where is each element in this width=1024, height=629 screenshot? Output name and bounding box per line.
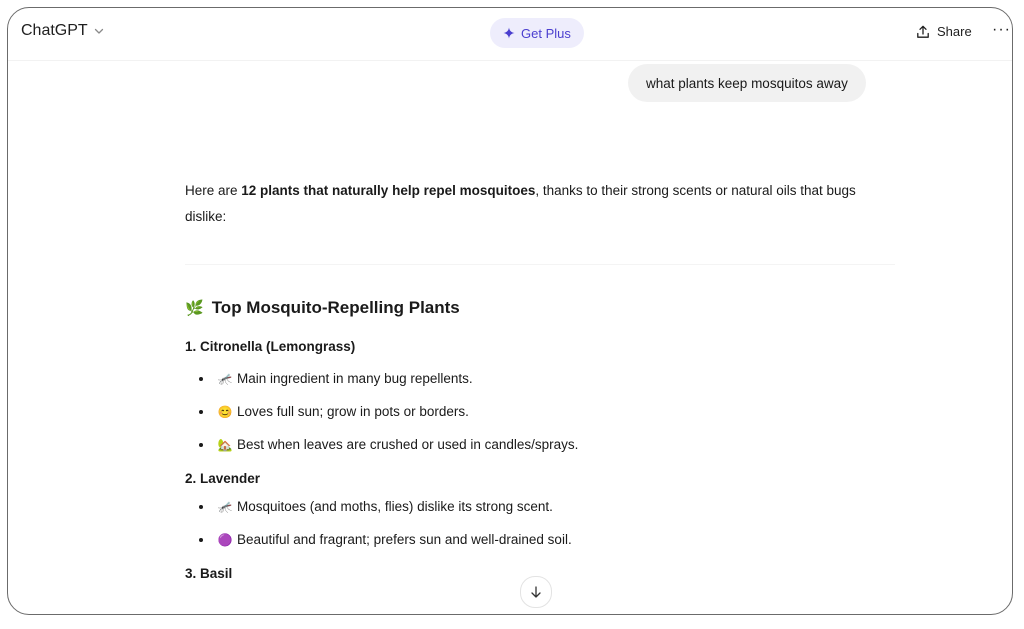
purple-circle-icon: 🟣: [217, 532, 233, 547]
list-item-text: Beautiful and fragrant; prefers sun and …: [237, 532, 572, 547]
bullet-dot: [199, 504, 203, 509]
list-item: 🦟 Main ingredient in many bug repellents…: [199, 362, 895, 395]
user-message-text: what plants keep mosquitos away: [646, 75, 848, 91]
section-title: Top Mosquito-Repelling Plants: [211, 298, 460, 317]
smiling-face-icon: 😊: [217, 404, 233, 419]
list-item: 🏡 Best when leaves are crushed or used i…: [199, 428, 895, 461]
herb-icon: 🌿: [185, 300, 204, 317]
user-message: what plants keep mosquitos away: [628, 64, 866, 102]
list-item: 🦟 Mosquitoes (and moths, flies) dislike …: [199, 490, 895, 523]
scroll-down-button[interactable]: [520, 576, 552, 608]
mosquito-icon: 🦟: [217, 371, 233, 386]
chat-window: ChatGPT Get Plus Share ··· what plants k…: [7, 7, 1013, 615]
model-selector[interactable]: ChatGPT: [21, 22, 105, 40]
share-label: Share: [937, 24, 972, 39]
section-heading: 🌿 Top Mosquito-Repelling Plants: [185, 298, 895, 318]
divider: [185, 264, 895, 265]
bullet-dot: [199, 537, 203, 542]
share-button[interactable]: Share: [916, 24, 972, 39]
bullet-dot: [199, 376, 203, 381]
assistant-message: Here are 12 plants that naturally help r…: [185, 178, 895, 581]
plant-heading: 1. Citronella (Lemongrass): [185, 339, 356, 354]
chevron-down-icon: [94, 28, 103, 34]
get-plus-button[interactable]: Get Plus: [490, 18, 584, 48]
list-item-text: Best when leaves are crushed or used in …: [237, 437, 579, 452]
bullet-dot: [199, 409, 203, 414]
top-bar: ChatGPT Get Plus Share ···: [8, 8, 1012, 61]
mosquito-icon: 🦟: [217, 499, 233, 514]
list-item: 🟣 Beautiful and fragrant; prefers sun an…: [199, 523, 895, 556]
list-item: 😊 Loves full sun; grow in pots or border…: [199, 395, 895, 428]
bullet-list: 🦟 Main ingredient in many bug repellents…: [185, 362, 895, 461]
model-name: ChatGPT: [21, 22, 88, 39]
intro-bold: 12 plants that naturally help repel mosq…: [241, 183, 536, 198]
share-icon: [917, 25, 929, 38]
list-item-text: Main ingredient in many bug repellents.: [237, 371, 473, 386]
intro-prefix: Here are: [185, 183, 242, 198]
sparkle-icon: [503, 27, 515, 39]
get-plus-label: Get Plus: [521, 25, 571, 41]
more-icon[interactable]: ···: [992, 21, 1011, 39]
arrow-down-icon: [531, 586, 541, 598]
bullet-list: 🦟 Mosquitoes (and moths, flies) dislike …: [185, 490, 895, 556]
list-item-text: Loves full sun; grow in pots or borders.: [237, 404, 469, 419]
house-garden-icon: 🏡: [217, 437, 233, 452]
bullet-dot: [199, 442, 203, 447]
intro-paragraph: Here are 12 plants that naturally help r…: [185, 178, 895, 230]
list-item-text: Mosquitoes (and moths, flies) dislike it…: [237, 499, 553, 514]
plant-heading: 2. Lavender: [185, 471, 261, 486]
